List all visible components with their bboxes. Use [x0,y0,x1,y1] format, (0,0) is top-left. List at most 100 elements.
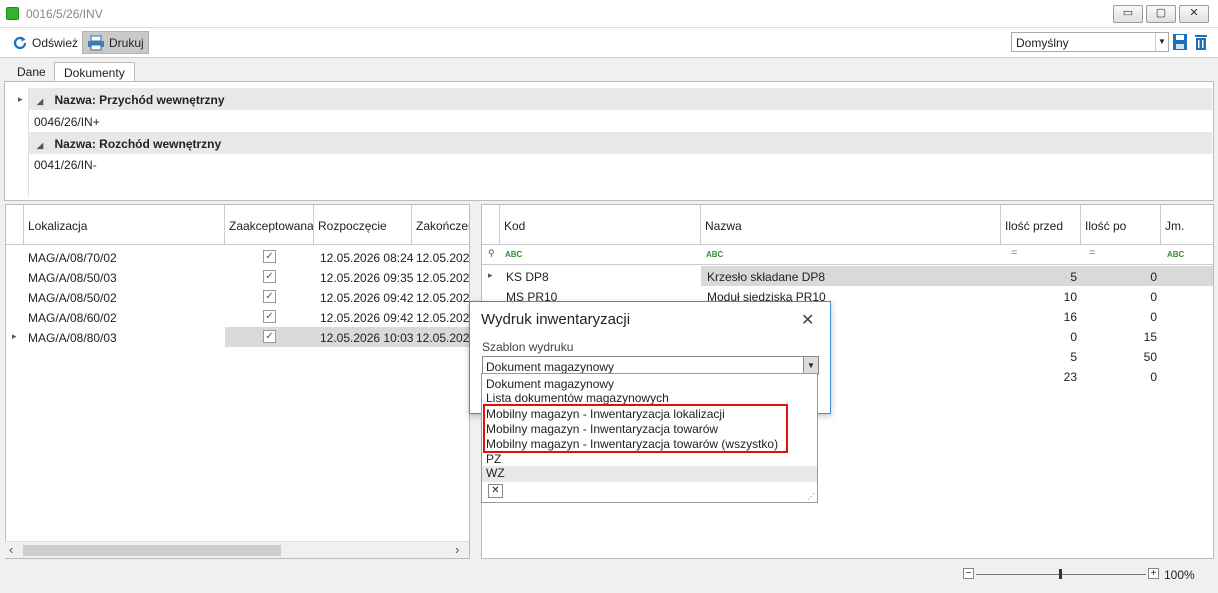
qty-after-cell[interactable]: 0 [1081,366,1161,386]
location-cell[interactable]: MAG/A/08/70/02 [24,247,117,267]
status-bar: − + 100% [0,560,1218,593]
indicator-header [482,205,500,245]
equals-filter-icon[interactable]: = [1011,247,1017,259]
end-cell[interactable]: 12.05.202 [412,267,469,287]
close-icon[interactable]: ✕ [801,310,814,330]
document-row[interactable]: 0041/26/IN- [29,153,1212,175]
start-cell[interactable]: 12.05.2026 08:24 [316,247,413,267]
column-header-end[interactable]: Zakończeni [412,205,469,245]
end-cell[interactable]: 12.05.202 [412,307,469,327]
column-header-qty-before[interactable]: Ilość przed [1001,205,1081,245]
document-row[interactable]: 0046/26/IN+ [29,110,1212,132]
column-header-name[interactable]: Nazwa [701,205,1001,245]
clear-icon[interactable]: ✕ [488,484,503,498]
collapse-icon: ◢ [37,141,44,150]
scroll-left-icon[interactable]: ‹ [9,542,13,557]
group-row[interactable]: ◢ Nazwa: Rozchód wewnętrzny [29,132,1212,154]
qty-after-cell[interactable]: 50 [1081,346,1161,366]
start-cell[interactable]: 12.05.2026 10:03 [316,327,413,347]
end-cell[interactable]: 12.05.202 [412,327,469,347]
highlight-box [483,404,788,453]
end-cell[interactable]: 12.05.202 [412,247,469,267]
location-cell[interactable]: MAG/A/08/50/02 [24,287,117,307]
app-icon [6,7,19,20]
resize-grip-icon[interactable]: ⋰ [807,492,815,501]
minimize-button[interactable]: ▭ [1113,5,1143,23]
row-indicator-column: ▸ [11,87,29,197]
location-cell[interactable]: MAG/A/08/50/03 [24,267,117,287]
scroll-right-icon[interactable]: › [455,542,459,557]
save-icon[interactable] [1172,33,1188,51]
equals-filter-icon[interactable]: = [1089,247,1095,259]
zoom-slider-thumb[interactable] [1059,569,1062,579]
column-header-location[interactable]: Lokalizacja [24,205,225,245]
toolbar: Odśwież Drukuj Domyślny ▼ [0,28,1218,58]
scrollbar-thumb[interactable] [23,545,281,556]
end-cell[interactable]: 12.05.202 [412,287,469,307]
qty-after-cell[interactable]: 15 [1081,326,1161,346]
qty-before-cell[interactable]: 5 [1001,266,1081,286]
tab-related-documents[interactable]: Dokumenty powiązane [54,62,135,94]
pin-icon[interactable]: ⚲ [488,248,495,259]
close-window-button[interactable]: ✕ [1179,5,1209,23]
current-row-icon: ▸ [12,331,17,341]
column-header-code[interactable]: Kod [500,205,701,245]
group-label: Nazwa: Rozchód wewnętrzny [54,137,222,151]
column-header-unit[interactable]: Jm. [1161,205,1213,245]
print-label: Drukuj [109,35,144,50]
dropdown-option[interactable]: WZ [482,466,817,482]
qty-before-cell[interactable]: 0 [1001,326,1081,346]
qty-after-cell[interactable]: 0 [1081,286,1161,306]
group-row[interactable]: ◢ Nazwa: Przychód wewnętrzny [29,88,1212,110]
code-cell[interactable]: KS DP8 [502,266,549,286]
layout-preset-select[interactable]: Domyślny ▼ [1011,32,1169,52]
collapse-icon: ◢ [37,97,44,106]
template-select-value: Dokument magazynowy [486,360,615,374]
start-cell[interactable]: 12.05.2026 09:42 [316,307,413,327]
delete-icon[interactable] [1193,33,1209,51]
location-cell[interactable]: MAG/A/08/80/03 [24,327,117,347]
current-row-icon: ▸ [488,270,493,280]
chevron-down-icon[interactable]: ▼ [803,357,818,374]
text-filter-icon[interactable]: ABC [505,250,522,259]
expand-icon: ▸ [18,94,23,104]
chevron-down-icon: ▼ [1155,33,1168,51]
group-label: Nazwa: Przychód wewnętrzny [54,93,225,107]
qty-before-cell[interactable]: 16 [1001,306,1081,326]
accepted-checkbox[interactable]: ✓ [263,250,276,263]
layout-preset-value: Domyślny [1016,36,1069,50]
print-button[interactable]: Drukuj [82,31,149,54]
qty-before-cell[interactable]: 5 [1001,346,1081,366]
dropdown-option[interactable]: PZ [486,452,501,467]
zoom-out-button[interactable]: − [963,568,974,579]
zoom-in-button[interactable]: + [1148,568,1159,579]
qty-after-cell[interactable]: 0 [1081,266,1161,286]
text-filter-icon[interactable]: ABC [1167,250,1184,259]
start-cell[interactable]: 12.05.2026 09:35 [316,267,413,287]
qty-before-cell[interactable]: 23 [1001,366,1081,386]
template-label: Szablon wydruku [482,340,574,354]
refresh-icon [13,36,27,49]
column-header-start[interactable]: Rozpoczęcie [314,205,412,245]
accepted-checkbox[interactable]: ✓ [263,290,276,303]
refresh-button[interactable]: Odśwież [8,31,82,54]
column-header-accepted[interactable]: Zaakceptowana [225,205,314,245]
horizontal-scrollbar[interactable]: ‹ › [5,541,469,558]
dialog-title: Wydruk inwentaryzacji [481,311,631,328]
restore-button[interactable]: ▢ [1146,5,1176,23]
accepted-checkbox[interactable]: ✓ [263,330,276,343]
start-cell[interactable]: 12.05.2026 09:42 [316,287,413,307]
location-cell[interactable]: MAG/A/08/60/02 [24,307,117,327]
accepted-checkbox[interactable]: ✓ [263,310,276,323]
related-documents-panel: ▸ ◢ Nazwa: Przychód wewnętrzny 0046/26/I… [4,81,1214,201]
column-header-qty-after[interactable]: Ilość po [1081,205,1161,245]
dropdown-option[interactable]: Dokument magazynowy [486,377,614,392]
indicator-header [6,205,24,245]
qty-before-cell[interactable]: 10 [1001,286,1081,306]
name-cell[interactable]: Krzesło składane DP8 [703,266,825,286]
accepted-checkbox[interactable]: ✓ [263,270,276,283]
tab-dane[interactable]: Dane [8,62,55,82]
text-filter-icon[interactable]: ABC [706,250,723,259]
qty-after-cell[interactable]: 0 [1081,306,1161,326]
filter-row: ⚲ ABC ABC = = ABC [482,245,1213,265]
